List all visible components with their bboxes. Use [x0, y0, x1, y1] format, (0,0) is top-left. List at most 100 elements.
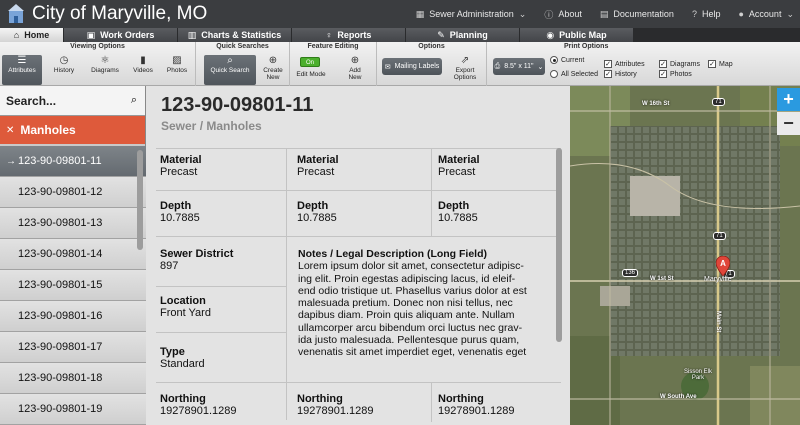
search-placeholder: Search... [6, 93, 57, 108]
notes-line: end odio tristique ut. Phasellus varius … [298, 284, 527, 297]
nav-label: Account [748, 9, 782, 19]
print-current-radio[interactable]: Current [550, 56, 584, 64]
bar-chart-icon: ▥ [187, 29, 197, 40]
button-label: Export [455, 67, 475, 74]
list-item[interactable]: 123-90-09801-16 [0, 301, 146, 332]
button-label: Create [263, 67, 283, 74]
layer-filter-manholes[interactable]: ✕ Manholes [0, 116, 145, 144]
field-value: Precast [438, 166, 476, 178]
field-value: Precast [297, 166, 335, 178]
export-options-button[interactable]: ⇗ Export Options [447, 55, 483, 85]
print-photos-checkbox[interactable]: ✓ Photos [659, 70, 692, 78]
list-icon: ☰ [17, 55, 27, 66]
videos-button[interactable]: ▮ Videos [128, 55, 158, 85]
material-field-2: Material Precast [297, 154, 339, 178]
sidebar-scrollbar[interactable] [137, 150, 143, 250]
map-view[interactable]: 71 71 71 136 W 16th St W 1st St W South … [570, 86, 800, 425]
zoom-in-button[interactable]: + [777, 88, 800, 111]
print-attributes-checkbox[interactable]: ✓ Attributes [604, 60, 645, 68]
quick-search-button[interactable]: ⌕ Quick Search [204, 55, 256, 85]
divider [156, 332, 286, 333]
field-value: 10.7885 [297, 212, 337, 224]
print-diagrams-checkbox[interactable]: ✓ Diagrams [659, 60, 700, 68]
envelope-icon: ✉ [384, 63, 391, 71]
paper-size-select[interactable]: ⎙ 8.5" x 11" ⌄ [493, 58, 545, 75]
button-label: Photos [166, 67, 188, 74]
zoom-out-button[interactable]: − [777, 112, 800, 135]
list-item[interactable]: → 123-90-09801-11 [0, 146, 146, 177]
nav-documentation[interactable]: ▤ Documentation [600, 9, 674, 20]
field-label: Sewer District [160, 248, 234, 260]
town-label: Maryville [704, 276, 732, 283]
list-item[interactable]: 123-90-09801-12 [0, 177, 146, 208]
attributes-button[interactable]: ☰ Attributes [2, 55, 42, 85]
button-label: Diagrams [91, 67, 119, 74]
nav-label: Sewer Administration [429, 9, 514, 19]
print-all-selected-radio[interactable]: All Selected [550, 70, 598, 78]
checkbox-label: History [615, 70, 637, 78]
history-button[interactable]: ◷ History [46, 55, 82, 85]
list-item[interactable]: 123-90-09801-13 [0, 208, 146, 239]
grid-icon: ▦ [415, 8, 425, 19]
edit-mode-toggle[interactable]: On [300, 57, 320, 67]
check-icon: ✓ [708, 60, 716, 68]
field-label: Depth [438, 200, 470, 212]
material-field-1: Material Precast [160, 154, 202, 178]
highway-shield: 71 [713, 232, 726, 240]
diagrams-button[interactable]: ⚛ Diagrams [85, 55, 125, 85]
tab-reports[interactable]: ♀ Reports [292, 28, 406, 42]
info-icon: ⓘ [544, 9, 554, 20]
photos-button[interactable]: ▨ Photos [162, 55, 192, 85]
mailing-labels-button[interactable]: ✉ Mailing Labels [382, 58, 442, 75]
park-label: Sisson Elk Park [683, 369, 712, 381]
ribbon-toolbar: Viewing Options ☰ Attributes ◷ History ⚛… [0, 42, 800, 86]
checkbox-label: Diagrams [670, 60, 700, 68]
list-item-label: 123-90-09801-14 [18, 248, 103, 260]
field-value: 897 [160, 260, 179, 272]
notes-line: Lorem ipsum dolor sit amet, consectetur … [298, 260, 524, 273]
road-label: W 1st St [650, 276, 674, 282]
nav-help[interactable]: ? Help [692, 9, 721, 19]
nav-label: Documentation [613, 9, 674, 19]
print-history-checkbox[interactable]: ✓ History [604, 70, 637, 78]
tab-label: Work Orders [100, 30, 155, 40]
tab-planning[interactable]: ✎ Planning [406, 28, 520, 42]
search-input[interactable]: Search... ⌕ [0, 86, 145, 116]
details-scrollbar[interactable] [556, 148, 562, 342]
button-label: New [266, 74, 280, 81]
car-icon: ◉ [546, 29, 555, 40]
record-list: → 123-90-09801-11 123-90-09801-12 123-90… [0, 146, 146, 425]
close-icon[interactable]: ✕ [6, 125, 14, 136]
tab-charts-statistics[interactable]: ▥ Charts & Statistics [178, 28, 292, 42]
notes-line: dapibus diam. Proin quis aliquam ante. N… [298, 309, 515, 322]
tab-public-map[interactable]: ◉ Public Map [520, 28, 634, 42]
city-logo-icon [8, 4, 24, 23]
record-sidebar: Search... ⌕ ✕ Manholes → 123-90-09801-11… [0, 86, 146, 425]
nav-about[interactable]: ⓘ About [544, 8, 582, 21]
button-label: History [53, 67, 75, 74]
map-marker-icon[interactable]: A [716, 256, 730, 276]
list-item[interactable]: 123-90-09801-18 [0, 363, 146, 394]
tab-work-orders[interactable]: ▣ Work Orders [64, 28, 178, 42]
paper-size-value: 8.5" x 11" [504, 63, 534, 70]
list-item[interactable]: 123-90-09801-14 [0, 239, 146, 270]
nav-account[interactable]: ● Account ⌄ [738, 9, 794, 20]
tabbar-filler [634, 28, 800, 42]
depth-field-1: Depth 10.7885 [160, 200, 200, 224]
checkbox-label: Photos [670, 70, 692, 78]
print-map-checkbox[interactable]: ✓ Map [708, 60, 733, 68]
list-item[interactable]: 123-90-09801-17 [0, 332, 146, 363]
add-new-button[interactable]: ⊕ Add New [340, 55, 370, 85]
field-label: Notes / Legal Description (Long Field) [298, 248, 488, 260]
divider [156, 236, 561, 237]
chevron-down-icon: ⌄ [518, 8, 527, 19]
nav-sewer-administration[interactable]: ▦ Sewer Administration ⌄ [416, 9, 527, 20]
clipboard-icon: ▣ [86, 29, 96, 40]
notes-field: Notes / Legal Description (Long Field) L… [298, 248, 548, 359]
record-title: 123-90-09801-11 [161, 94, 314, 116]
list-item[interactable]: 123-90-09801-19 [0, 394, 146, 425]
list-item[interactable]: 123-90-09801-15 [0, 270, 146, 301]
tab-home[interactable]: ⌂ Home [0, 28, 64, 42]
create-new-button[interactable]: ⊕ Create New [258, 55, 288, 85]
field-label: Type [160, 346, 185, 358]
